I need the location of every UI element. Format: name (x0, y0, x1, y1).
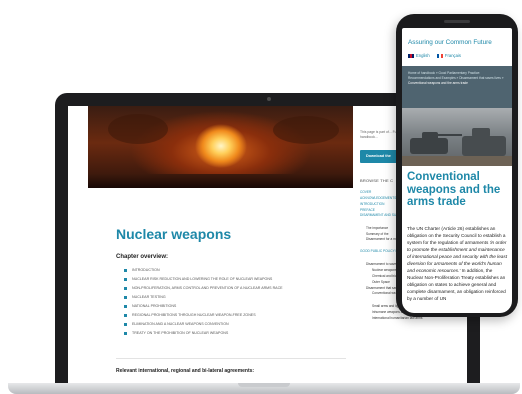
hero-explosion-image (88, 106, 353, 188)
lang-french[interactable]: Français (436, 53, 461, 58)
page-title: Nuclear weapons (116, 226, 232, 242)
chapter-link[interactable]: Nuclear testing (124, 293, 283, 302)
laptop-camera (267, 97, 271, 101)
tank-shape (462, 136, 506, 156)
breadcrumb-current: Conventional weapons and the arms trade (408, 81, 468, 85)
related-agreements-heading: Relevant international, regional and bi-… (116, 368, 255, 374)
tank-shape (410, 138, 448, 154)
device-mockup-stage: Nuclear weapons Chapter overview: Introd… (0, 0, 522, 394)
phone-screen: Assuring our Common Future English Franç… (402, 28, 512, 313)
divider (116, 358, 346, 359)
breadcrumb-link[interactable]: Home of handbook (408, 71, 435, 75)
main-content: Nuclear weapons Chapter overview: Introd… (88, 106, 353, 386)
chapter-link[interactable]: National prohibitions (124, 302, 283, 311)
lang-english-label: English (416, 53, 430, 58)
phone-speaker (444, 20, 470, 23)
ground (88, 174, 353, 188)
breadcrumb: Home of handbook » Good Parliamentary Pr… (402, 66, 512, 108)
chapter-link[interactable]: Introduction (124, 266, 283, 275)
chapter-link[interactable]: Elimination and a nuclear weapons conven… (124, 320, 283, 329)
tank-shape (422, 132, 438, 140)
chapter-link[interactable]: Regional prohibitions through nuclear we… (124, 311, 283, 320)
lang-french-label: Français (444, 53, 461, 58)
laptop-notch (238, 383, 290, 387)
tanks-photo (402, 108, 512, 166)
breadcrumb-link[interactable]: Disarmament that saves lives (459, 76, 501, 80)
chapter-link[interactable]: Non-proliferation, arms control and prev… (124, 284, 283, 293)
chapter-overview-heading: Chapter overview: (116, 254, 169, 260)
browse-heading: BROWSE THE C (360, 178, 394, 183)
page-heading: Conventional weapons and the arms trade (407, 171, 501, 208)
laptop-base (8, 383, 520, 394)
chapter-link[interactable]: Nuclear risk reduction and lowering the … (124, 275, 283, 284)
lang-english[interactable]: English (408, 53, 430, 58)
phone: Assuring our Common Future English Franç… (396, 14, 518, 317)
tank-shape (472, 128, 490, 137)
tank-shape (438, 134, 462, 136)
uk-flag-icon (408, 53, 414, 58)
site-title[interactable]: Assuring our Common Future (408, 39, 492, 46)
ground (402, 156, 512, 166)
language-switcher: English Français (408, 53, 467, 58)
chapter-list: Introduction Nuclear risk reduction and … (124, 266, 283, 338)
france-flag-icon (436, 53, 443, 58)
body-text: The UN Charter (Article 26) establishes … (407, 225, 509, 302)
smoke-cloud (108, 114, 168, 144)
smoke-cloud (273, 116, 339, 144)
chapter-link[interactable]: Treaty on the prohibition of nuclear wea… (124, 329, 283, 338)
